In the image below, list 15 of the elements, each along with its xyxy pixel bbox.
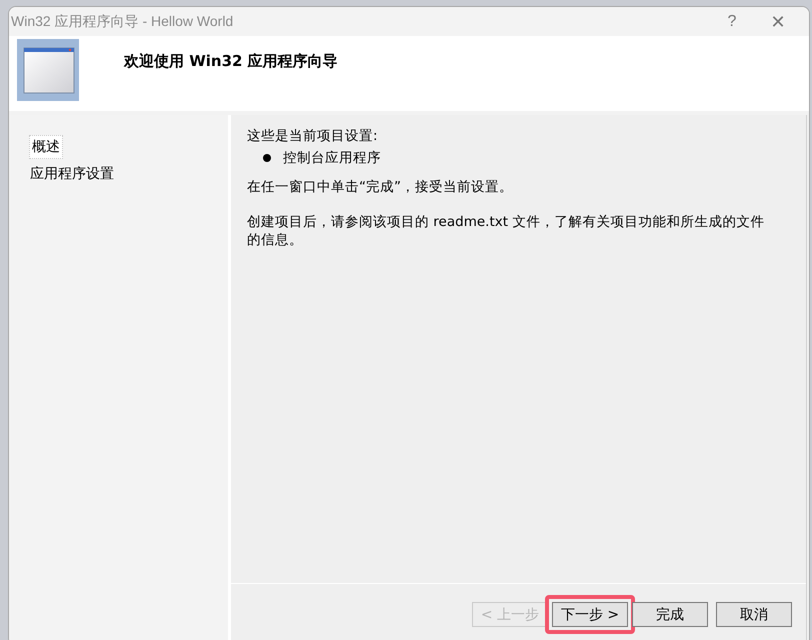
help-button[interactable]: ?	[709, 7, 755, 36]
window-title: Win32 应用程序向导 - Hellow World	[11, 12, 234, 30]
sidebar-item[interactable]: 概述	[29, 135, 63, 159]
wizard-title: 欢迎使用 Win32 应用程序向导	[124, 52, 338, 71]
info-paragraph: 在任一窗口中单击“完成”，接受当前设置。	[247, 178, 514, 196]
sidebar-item[interactable]: 应用程序设置	[27, 162, 117, 186]
bullet-icon	[263, 154, 271, 162]
close-button[interactable]: ✕	[755, 7, 801, 36]
wizard-button[interactable]: 取消	[716, 602, 792, 627]
info-paragraph: 创建项目后，请参阅该项目的 readme.txt 文件，了解有关项目功能和所生成的文件的信息。	[247, 213, 766, 249]
wizard-button[interactable]: 完成	[632, 602, 708, 627]
window-icon	[17, 39, 79, 101]
settings-heading: 这些是当前项目设置:	[247, 127, 379, 145]
wizard-button[interactable]: 下一步 >	[552, 602, 628, 627]
setting-item: 控制台应用程序	[283, 149, 381, 167]
